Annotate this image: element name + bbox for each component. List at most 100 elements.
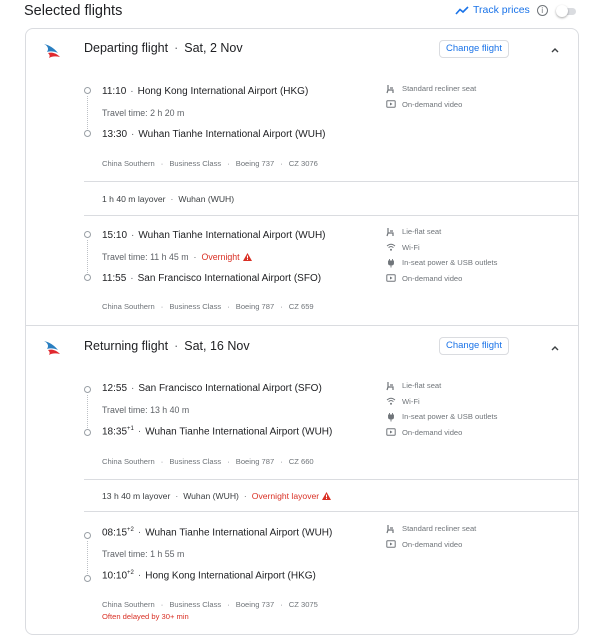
- segment-timeline: [84, 386, 94, 436]
- depart-airport: Wuhan Tianhe International Airport (WUH): [138, 230, 326, 241]
- aircraft: Boeing 737: [221, 159, 274, 168]
- arrive-point: [84, 130, 91, 137]
- amenity-label: On-demand video: [402, 539, 463, 549]
- power-icon: [386, 258, 396, 268]
- segment-timeline: [84, 231, 94, 281]
- amenity-label: Lie-flat seat: [402, 227, 442, 237]
- flight-number: CZ 3076: [274, 159, 318, 168]
- seat-icon: [386, 84, 396, 94]
- segment-arrival: 18:35+1 · Wuhan Tianhe International Airpo…: [102, 426, 333, 438]
- depart-time: 08:15: [102, 527, 128, 539]
- amenity-label: In-seat power & USB outlets: [402, 258, 498, 268]
- airline: China Southern: [102, 302, 155, 311]
- arrive-airport: Wuhan Tianhe International Airport (WUH): [145, 426, 333, 438]
- returning-title: Returning flight · Sat, 16 Nov: [84, 339, 250, 353]
- departing-label: Departing flight: [84, 41, 169, 55]
- change-departing-flight-button[interactable]: Change flight: [439, 40, 509, 58]
- depart-airport: San Francisco International Airport (SFO…: [138, 383, 322, 394]
- timeline-dots: [87, 541, 88, 574]
- aircraft: Boeing 787: [221, 457, 274, 466]
- wifi-icon: [386, 396, 396, 406]
- layover-duration: 1 h 40 m layover: [102, 194, 166, 204]
- airline: China Southern: [102, 159, 155, 168]
- chevron-up-icon[interactable]: [550, 343, 560, 353]
- amenity-label: On-demand video: [402, 273, 463, 283]
- returning-flight-card: Returning flight · Sat, 16 Nov Change flig…: [25, 325, 579, 635]
- amenity-item: Standard recliner seat: [386, 521, 476, 537]
- departing-flight-card: Departing flight · Sat, 2 Nov Change fligh…: [25, 28, 579, 326]
- layover-duration: 13 h 40 m layover: [102, 491, 171, 501]
- amenity-label: In-seat power & USB outlets: [402, 412, 498, 422]
- video-icon: [386, 273, 396, 283]
- amenity-item: Wi-Fi: [386, 240, 497, 256]
- seat-icon: [386, 381, 396, 391]
- warning-icon: [322, 492, 332, 500]
- flight-details: China SouthernBusiness ClassBoeing 787CZ…: [102, 302, 314, 311]
- depart-airport: Wuhan Tianhe International Airport (WUH): [145, 527, 333, 539]
- chevron-up-icon[interactable]: [550, 45, 560, 55]
- arrive-time: 18:35: [102, 426, 128, 438]
- amenity-item: Wi-Fi: [386, 394, 497, 410]
- track-prices-link[interactable]: Track prices i: [455, 4, 548, 16]
- segment-departure: 15:10 · Wuhan Tianhe International Airport…: [102, 230, 326, 241]
- change-returning-flight-button[interactable]: Change flight: [439, 337, 509, 355]
- divider: [84, 181, 578, 182]
- day-offset: +2: [127, 527, 134, 533]
- travel-time: Travel time: 2 h 20 m: [102, 108, 185, 118]
- divider: [84, 511, 578, 512]
- arrive-airport: San Francisco International Airport (SFO…: [137, 273, 322, 284]
- aircraft: Boeing 787: [221, 302, 274, 311]
- amenity-item: Lie-flat seat: [386, 224, 497, 240]
- page-title: Selected flights: [24, 3, 123, 19]
- seat-icon: [386, 227, 396, 237]
- trend-icon: [455, 5, 469, 15]
- divider: [84, 215, 578, 216]
- day-offset: +1: [127, 426, 134, 432]
- arrive-point: [84, 575, 91, 582]
- segment-departure: 08:15+2 · Wuhan Tianhe International Airpo…: [102, 527, 333, 539]
- amenities-list: Standard recliner seat On-demand video: [386, 521, 476, 552]
- video-icon: [386, 427, 396, 437]
- amenity-label: Lie-flat seat: [402, 381, 442, 391]
- amenity-label: Standard recliner seat: [402, 84, 477, 94]
- amenity-label: On-demand video: [402, 99, 463, 109]
- amenity-item: On-demand video: [386, 425, 497, 441]
- power-icon: [386, 412, 396, 422]
- flight-number: CZ 3075: [274, 600, 318, 609]
- aircraft: Boeing 737: [221, 600, 274, 609]
- layover-city: Wuhan (WUH): [178, 194, 235, 204]
- flight-number: CZ 660: [274, 457, 313, 466]
- amenity-item: In-seat power & USB outlets: [386, 409, 497, 425]
- cabin-class: Business Class: [155, 302, 221, 311]
- flight-number: CZ 659: [274, 302, 313, 311]
- arrive-time: 10:10: [102, 570, 128, 582]
- segment-departure: 12:55 · San Francisco International Airpor…: [102, 383, 322, 394]
- amenity-label: Wi-Fi: [402, 242, 420, 252]
- depart-airport: Hong Kong International Airport (HKG): [137, 86, 309, 97]
- china-southern-logo-icon: [44, 341, 60, 355]
- amenity-label: Wi-Fi: [402, 396, 420, 406]
- info-icon[interactable]: i: [536, 4, 548, 16]
- video-icon: [386, 99, 396, 109]
- depart-time: 15:10: [102, 230, 128, 241]
- warning-icon: [242, 253, 252, 261]
- departing-date: Sat, 2 Nov: [184, 41, 243, 55]
- cabin-class: Business Class: [155, 159, 221, 168]
- day-offset: +2: [127, 570, 134, 576]
- overnight-layover-warning: Overnight layover: [251, 491, 320, 501]
- timeline-dots: [87, 96, 88, 129]
- arrive-airport: Hong Kong International Airport (HKG): [145, 570, 316, 582]
- airline: China Southern: [102, 600, 155, 609]
- cabin-class: Business Class: [155, 457, 221, 466]
- arrive-airport: Wuhan Tianhe International Airport (WUH): [138, 129, 326, 140]
- overnight-warning: Overnight: [201, 252, 240, 262]
- segment-timeline: [84, 532, 94, 582]
- arrive-point: [84, 429, 91, 436]
- travel-time: Travel time: 11 h 45 m: [102, 252, 189, 262]
- track-prices-toggle[interactable]: [556, 5, 578, 17]
- flight-details: China SouthernBusiness ClassBoeing 737CZ…: [102, 600, 318, 609]
- segment-departure: 11:10 · Hong Kong International Airport (H…: [102, 86, 309, 97]
- arrive-time: 13:30: [102, 129, 128, 140]
- selected-flights-header: Selected flights Track prices i: [0, 0, 593, 26]
- travel-time-row: Travel time: 11 h 45 m · Overnight: [102, 252, 252, 262]
